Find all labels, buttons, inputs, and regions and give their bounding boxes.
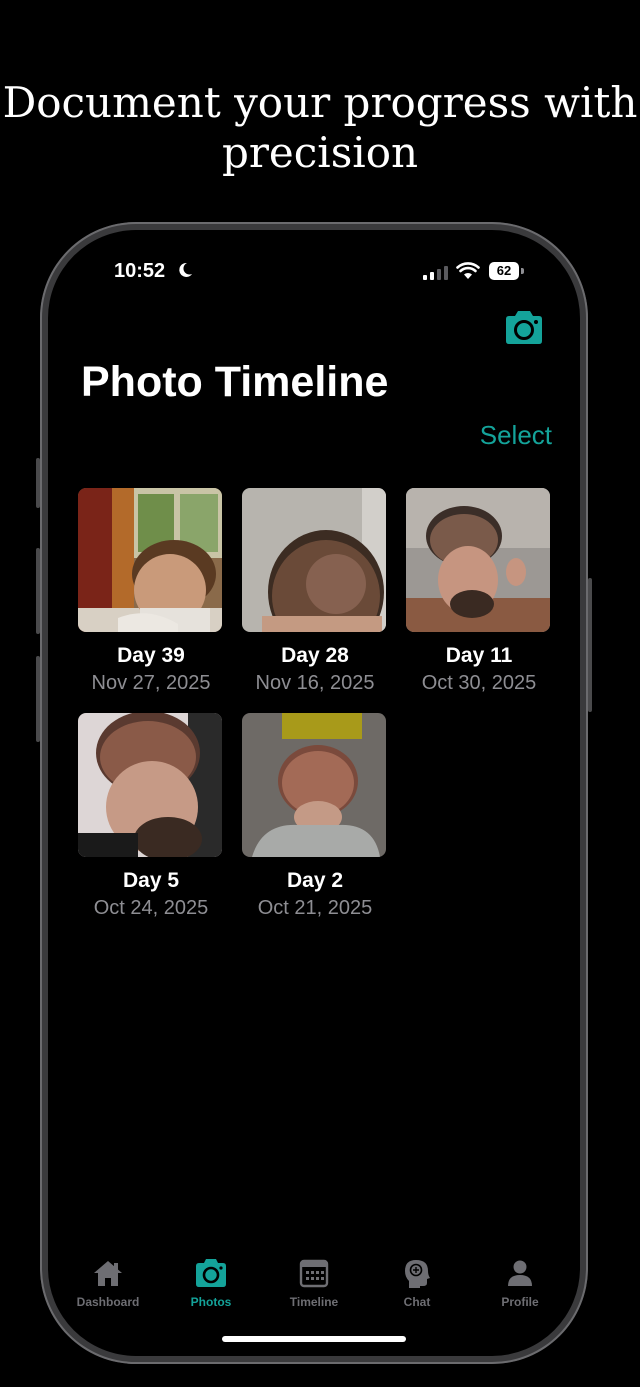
calendar-icon — [299, 1259, 329, 1288]
photo-thumbnail[interactable] — [406, 488, 550, 632]
photo-day-label: Day 28 — [281, 644, 349, 667]
phone-mute-switch — [36, 458, 40, 508]
tab-profile[interactable]: Profile — [472, 1258, 568, 1309]
photo-date-label: Oct 21, 2025 — [257, 897, 373, 919]
tab-bar: Dashboard Photos Timeline Chat Profile — [48, 1258, 580, 1318]
photo-day-label: Day 5 — [122, 869, 180, 892]
tab-label: Profile — [501, 1295, 539, 1309]
photo-thumbnail[interactable] — [242, 488, 386, 632]
camera-icon[interactable] — [502, 310, 546, 346]
tab-chat[interactable]: Chat — [369, 1258, 465, 1309]
photo-date-label: Oct 30, 2025 — [421, 672, 537, 694]
phone-power-button — [588, 578, 592, 712]
photo-item-day-39[interactable]: Day 39 Nov 27, 2025 — [78, 488, 224, 695]
tab-timeline[interactable]: Timeline — [266, 1258, 362, 1309]
battery-tip — [521, 268, 524, 274]
battery-indicator: 62 — [489, 262, 525, 280]
home-indicator[interactable] — [222, 1336, 406, 1342]
battery-level: 62 — [489, 262, 519, 280]
photo-date-label: Oct 24, 2025 — [93, 897, 209, 919]
marketing-headline: Document your progress with precision — [2, 78, 638, 177]
signal-icon — [423, 266, 448, 280]
house-icon — [94, 1261, 122, 1286]
page-title: Photo Timeline — [81, 358, 389, 406]
moon-icon — [179, 262, 192, 277]
photo-item-day-5[interactable]: Day 5 Oct 24, 2025 — [78, 713, 224, 920]
photo-day-label: Day 11 — [445, 644, 513, 667]
camera-icon — [196, 1259, 226, 1287]
photo-date-label: Nov 16, 2025 — [255, 672, 375, 694]
phone-volume-down — [36, 656, 40, 742]
select-button[interactable]: Select — [480, 420, 552, 451]
photo-date-label: Nov 27, 2025 — [91, 672, 211, 694]
tab-dashboard[interactable]: Dashboard — [60, 1258, 156, 1309]
phone-volume-up — [36, 548, 40, 634]
phone-screen: 10:52 62 Photo Timeline Select Day 39 No… — [48, 230, 580, 1356]
photo-item-day-11[interactable]: Day 11 Oct 30, 2025 — [406, 488, 552, 695]
status-time: 10:52 — [114, 260, 166, 282]
tab-label: Dashboard — [76, 1295, 140, 1309]
wifi-icon — [456, 262, 480, 279]
photo-thumbnail[interactable] — [78, 488, 222, 632]
tab-label: Photos — [190, 1295, 232, 1309]
tab-label: Timeline — [289, 1295, 339, 1309]
photo-item-day-28[interactable]: Day 28 Nov 16, 2025 — [242, 488, 388, 695]
head-brain-icon — [405, 1260, 430, 1288]
photo-day-label: Day 39 — [117, 644, 185, 667]
photo-item-day-2[interactable]: Day 2 Oct 21, 2025 — [242, 713, 388, 920]
photo-thumbnail[interactable] — [242, 713, 386, 857]
tab-label: Chat — [403, 1295, 431, 1309]
photo-day-label: Day 2 — [286, 869, 344, 892]
tab-photos[interactable]: Photos — [163, 1258, 259, 1309]
photo-thumbnail[interactable] — [78, 713, 222, 857]
person-icon — [508, 1260, 532, 1286]
